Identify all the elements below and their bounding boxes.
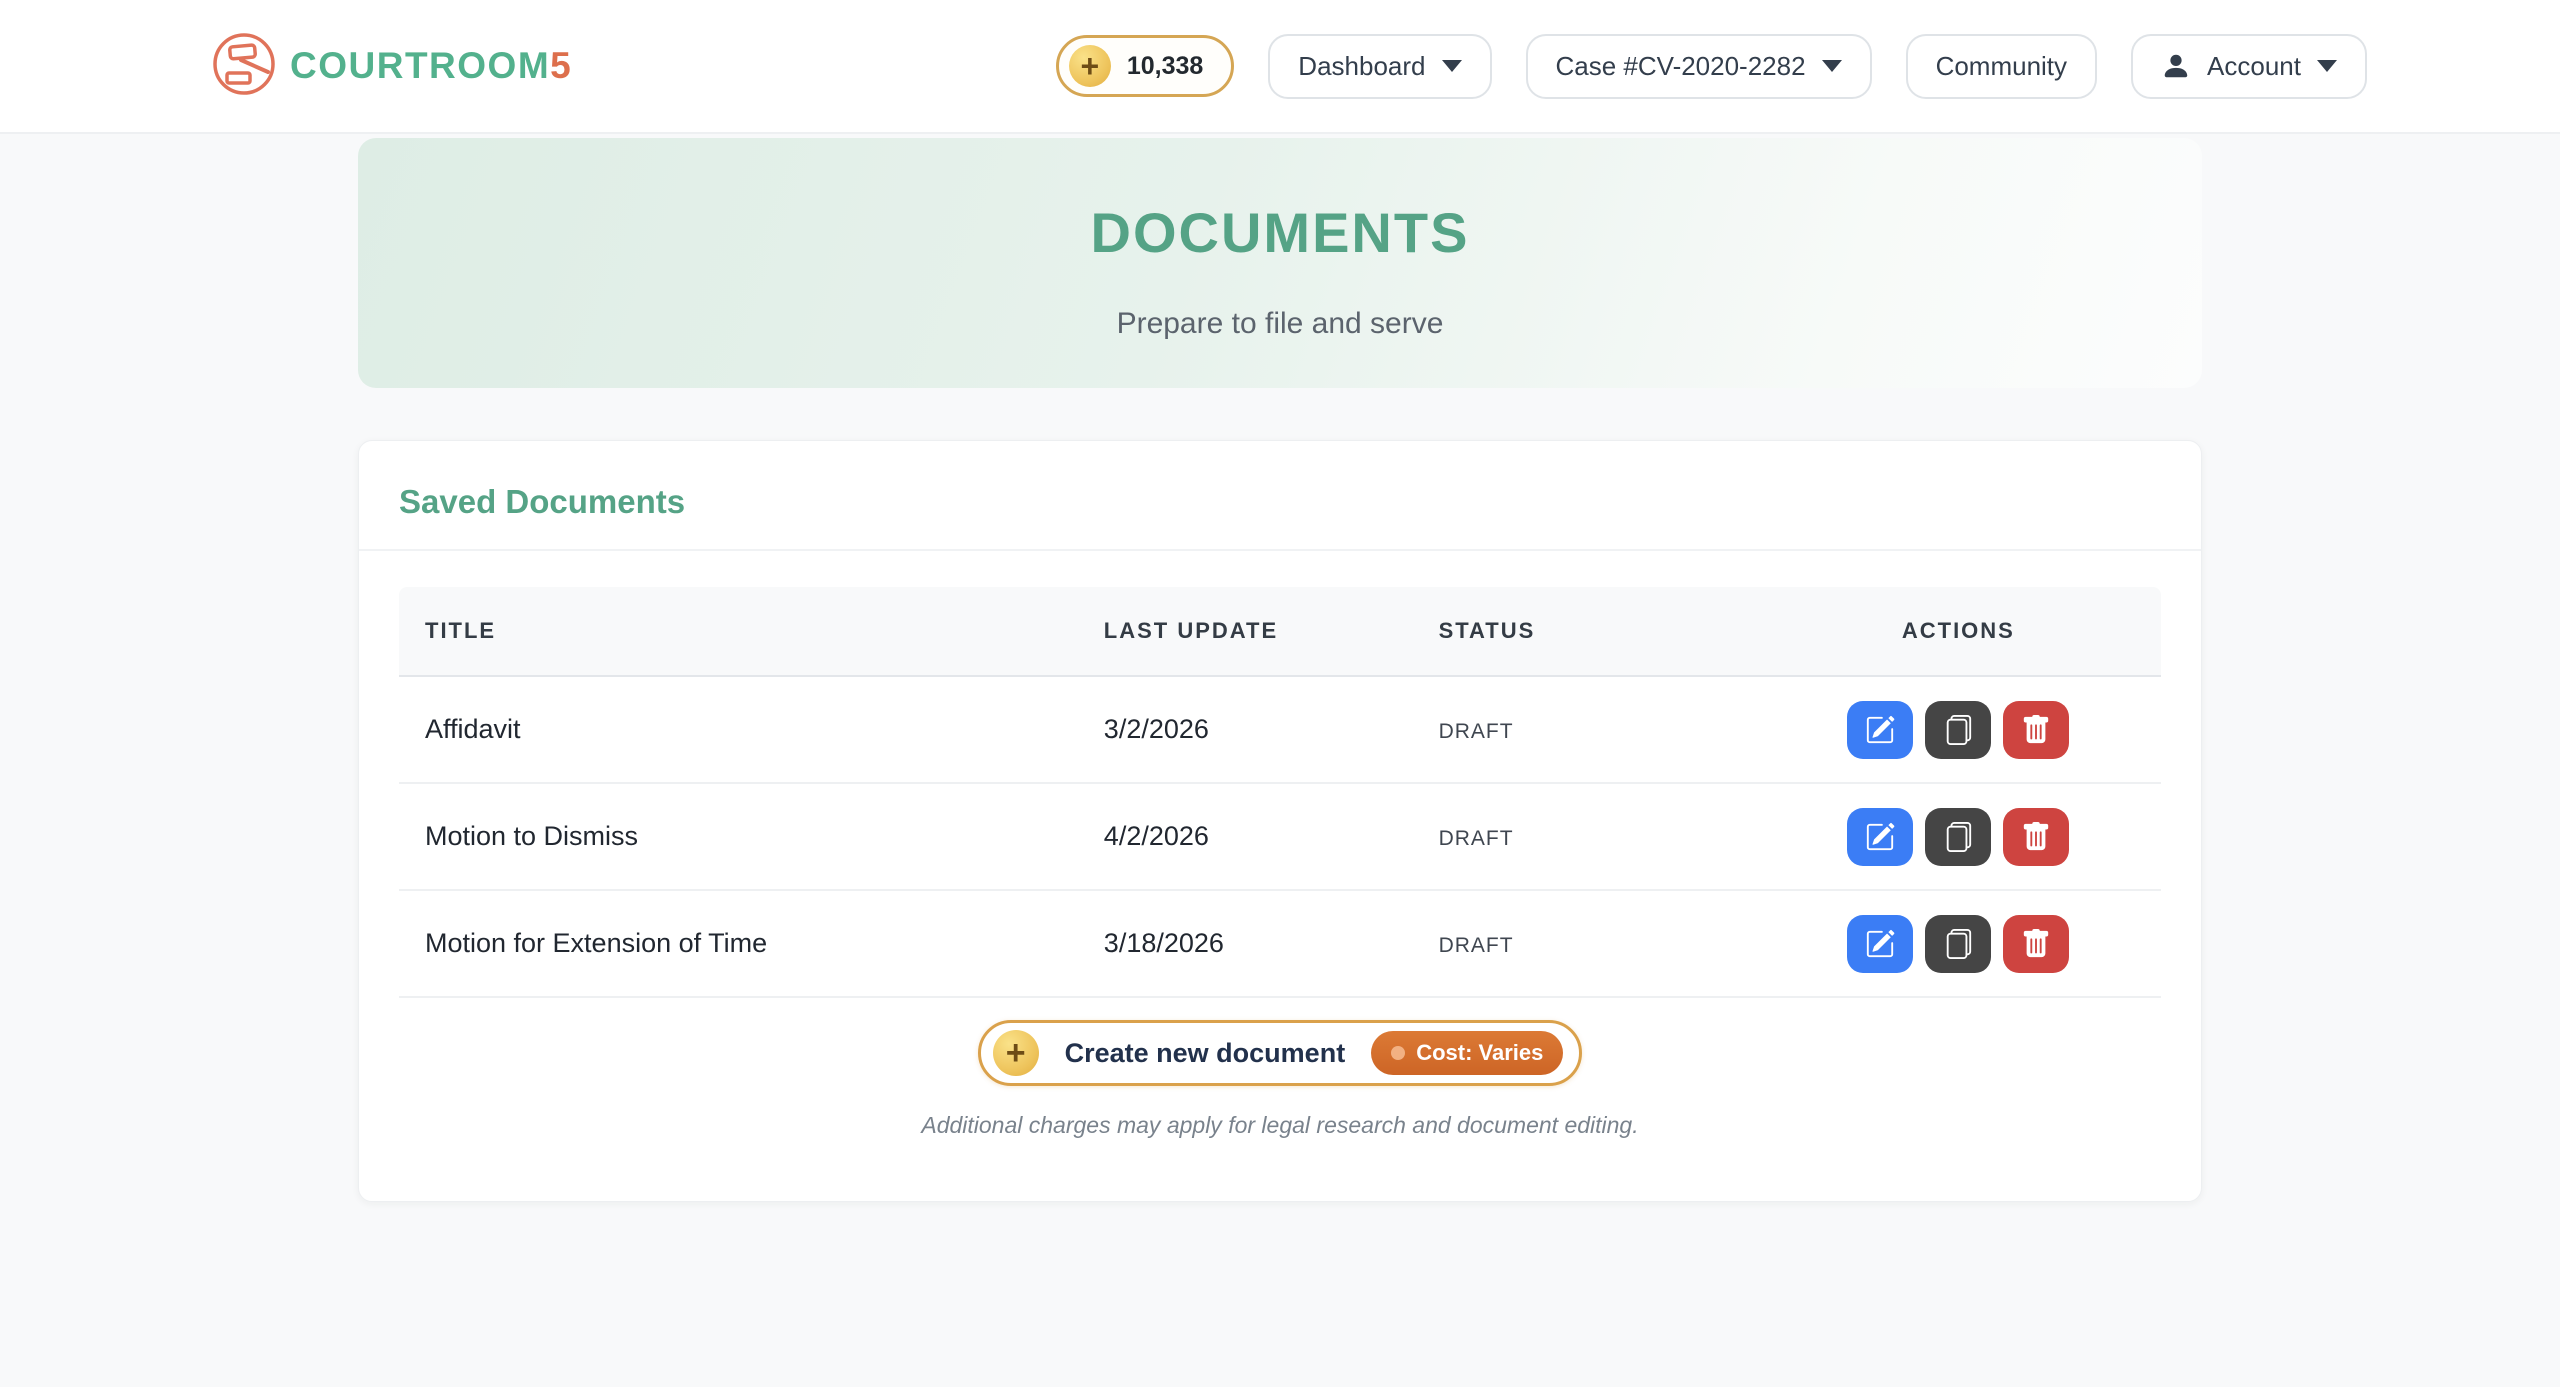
cost-badge-label: Cost: Varies [1416, 1040, 1543, 1066]
status-badge: DRAFT [1439, 827, 1514, 850]
table-header-row: TITLE LAST UPDATE STATUS ACTIONS [399, 587, 2161, 677]
create-document-section: + Create new document Cost: Varies [399, 1020, 2161, 1086]
status-badge: DRAFT [1439, 934, 1514, 957]
brand-accent-digit: 5 [550, 45, 572, 86]
table-row: Motion for Extension of Time 3/18/2026 D… [399, 891, 2161, 998]
table-row: Motion to Dismiss 4/2/2026 DRAFT [399, 784, 2161, 891]
copy-document-button[interactable] [1925, 808, 1991, 866]
case-label: Case #CV-2020-2282 [1556, 51, 1806, 82]
chevron-down-icon [1442, 60, 1462, 72]
saved-documents-heading: Saved Documents [399, 483, 2161, 521]
document-last-update: 3/18/2026 [1104, 928, 1439, 959]
case-selector-button[interactable]: Case #CV-2020-2282 [1526, 34, 1872, 99]
document-title: Affidavit [399, 714, 1104, 745]
edit-icon [1865, 929, 1895, 959]
document-last-update: 3/2/2026 [1104, 714, 1439, 745]
additional-charges-note: Additional charges may apply for legal r… [399, 1112, 2161, 1139]
delete-document-button[interactable] [2003, 808, 2069, 866]
row-actions [1756, 701, 2161, 759]
document-title: Motion for Extension of Time [399, 928, 1104, 959]
credits-balance-pill[interactable]: + 10,338 [1056, 35, 1234, 97]
trash-icon [2021, 822, 2051, 852]
trash-icon [2021, 929, 2051, 959]
create-new-document-button[interactable]: + Create new document Cost: Varies [978, 1020, 1583, 1086]
trash-icon [2021, 715, 2051, 745]
edit-document-button[interactable] [1847, 915, 1913, 973]
edit-document-button[interactable] [1847, 701, 1913, 759]
row-actions [1756, 915, 2161, 973]
documents-hero-banner: DOCUMENTS Prepare to file and serve [358, 138, 2202, 388]
person-icon [2161, 51, 2191, 81]
chevron-down-icon [1822, 60, 1842, 72]
card-header: Saved Documents [359, 441, 2201, 551]
saved-documents-card: Saved Documents TITLE LAST UPDATE STATUS… [358, 440, 2202, 1202]
edit-icon [1865, 715, 1895, 745]
community-label: Community [1936, 51, 2067, 82]
gavel-logo-icon [210, 30, 278, 103]
row-actions [1756, 808, 2161, 866]
column-header-actions: ACTIONS [1756, 618, 2161, 644]
create-document-label: Create new document [1065, 1038, 1346, 1069]
document-last-update: 4/2/2026 [1104, 821, 1439, 852]
copy-document-button[interactable] [1925, 915, 1991, 973]
edit-document-button[interactable] [1847, 808, 1913, 866]
document-title: Motion to Dismiss [399, 821, 1104, 852]
chevron-down-icon [2317, 60, 2337, 72]
account-label: Account [2207, 51, 2301, 82]
coin-icon: + [993, 1030, 1039, 1076]
dashboard-menu-button[interactable]: Dashboard [1268, 34, 1491, 99]
brand-logo[interactable]: COURTROOM5 [210, 30, 572, 103]
delete-document-button[interactable] [2003, 915, 2069, 973]
header-nav: + 10,338 Dashboard Case #CV-2020-2282 Co… [1056, 34, 2367, 99]
column-header-title: TITLE [399, 618, 1104, 644]
copy-icon [1943, 929, 1973, 959]
brand-wordmark: COURTROOM5 [290, 45, 572, 87]
coin-icon: + [1069, 45, 1111, 87]
column-header-status: STATUS [1439, 618, 1756, 644]
page-title: DOCUMENTS [358, 200, 2202, 265]
table-row: Affidavit 3/2/2026 DRAFT [399, 677, 2161, 784]
column-header-last-update: LAST UPDATE [1104, 618, 1439, 644]
delete-document-button[interactable] [2003, 701, 2069, 759]
cost-badge: Cost: Varies [1371, 1031, 1563, 1075]
status-badge: DRAFT [1439, 720, 1514, 743]
dashboard-label: Dashboard [1298, 51, 1425, 82]
cost-dot-icon [1391, 1046, 1405, 1060]
card-body: TITLE LAST UPDATE STATUS ACTIONS Affidav… [359, 551, 2201, 1201]
copy-document-button[interactable] [1925, 701, 1991, 759]
copy-icon [1943, 822, 1973, 852]
edit-icon [1865, 822, 1895, 852]
community-button[interactable]: Community [1906, 34, 2097, 99]
account-menu-button[interactable]: Account [2131, 34, 2367, 99]
top-navbar: COURTROOM5 + 10,338 Dashboard Case #CV-2… [0, 0, 2560, 134]
page-subtitle: Prepare to file and serve [358, 307, 2202, 341]
copy-icon [1943, 715, 1973, 745]
credits-amount: 10,338 [1127, 52, 1203, 81]
